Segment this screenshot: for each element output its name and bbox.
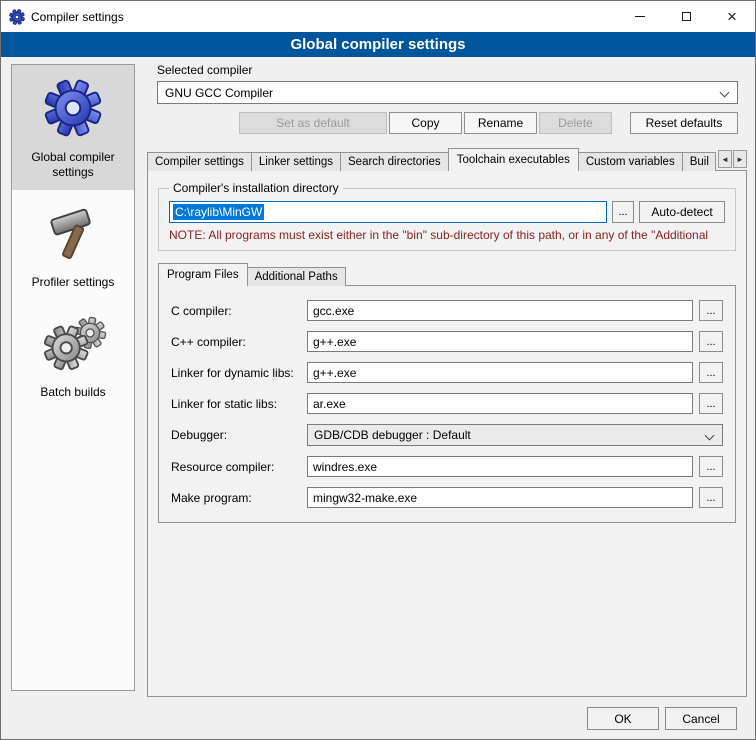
minimize-icon [635, 16, 645, 17]
installation-directory-input[interactable]: C:\raylib\MinGW [169, 201, 607, 223]
tab-custom-variables[interactable]: Custom variables [578, 152, 683, 171]
dialog-footer: OK Cancel [587, 707, 737, 730]
tab-scroll-buttons: ◄ ► [718, 150, 747, 168]
c-compiler-browse-button[interactable]: ... [699, 300, 723, 321]
c-compiler-label: C compiler: [171, 304, 301, 318]
window-controls: × [617, 1, 755, 32]
sidebar-item-global-compiler-settings[interactable]: Global compiler settings [12, 65, 134, 190]
tab-additional-paths[interactable]: Additional Paths [247, 267, 346, 286]
installation-directory-legend: Compiler's installation directory [169, 181, 343, 195]
debugger-value: GDB/CDB debugger : Default [314, 428, 471, 442]
close-button[interactable]: × [709, 1, 755, 32]
selected-compiler-value: GNU GCC Compiler [165, 86, 273, 100]
linker-static-input[interactable]: ar.exe [307, 393, 693, 414]
tab-compiler-settings[interactable]: Compiler settings [147, 152, 252, 171]
installation-directory-groupbox: Compiler's installation directory C:\ray… [158, 181, 736, 251]
main-panel: Selected compiler GNU GCC Compiler Set a… [147, 63, 747, 697]
linker-dynamic-input[interactable]: g++.exe [307, 362, 693, 383]
c-compiler-input[interactable]: gcc.exe [307, 300, 693, 321]
cpp-compiler-value: g++.exe [313, 335, 356, 349]
cpp-compiler-browse-button[interactable]: ... [699, 331, 723, 352]
ok-button[interactable]: OK [587, 707, 659, 730]
close-icon: × [727, 8, 737, 25]
sidebar-item-label: Batch builds [16, 385, 130, 400]
maximize-icon [682, 12, 691, 21]
selected-compiler-combobox[interactable]: GNU GCC Compiler [157, 81, 738, 104]
linker-dynamic-label: Linker for dynamic libs: [171, 366, 301, 380]
note-text: NOTE: All programs must exist either in … [169, 228, 725, 242]
settings-category-list: Global compiler settings Profiler settin… [11, 64, 135, 691]
c-compiler-value: gcc.exe [313, 304, 354, 318]
window-title: Compiler settings [31, 10, 124, 24]
linker-static-value: ar.exe [313, 397, 346, 411]
tab-toolchain-executables[interactable]: Toolchain executables [448, 148, 579, 171]
tab-build-options[interactable]: Buil [682, 152, 716, 171]
gear-blue-icon [38, 77, 108, 139]
maximize-button[interactable] [663, 1, 709, 32]
program-files-notebook: Program Files Additional Paths C compile… [158, 263, 736, 523]
auto-detect-button[interactable]: Auto-detect [639, 201, 725, 223]
linker-dynamic-browse-button[interactable]: ... [699, 362, 723, 383]
reset-defaults-button[interactable]: Reset defaults [630, 112, 738, 134]
toolchain-fields: C compiler: gcc.exe ... C++ compiler: g+… [171, 300, 723, 508]
copy-button[interactable]: Copy [389, 112, 462, 134]
resource-compiler-value: windres.exe [313, 460, 377, 474]
debugger-label: Debugger: [171, 428, 301, 442]
sidebar-item-profiler-settings[interactable]: Profiler settings [12, 190, 134, 300]
tab-scroll-left-icon[interactable]: ◄ [718, 150, 732, 168]
delete-button: Delete [539, 112, 612, 134]
compiler-settings-window: Compiler settings × Global compiler sett… [0, 0, 756, 740]
debugger-select[interactable]: GDB/CDB debugger : Default [307, 424, 723, 446]
hammer-icon [38, 202, 108, 264]
set-as-default-button: Set as default [239, 112, 387, 134]
app-icon [9, 9, 25, 25]
sidebar-item-label: Global compiler settings [16, 150, 130, 180]
installation-directory-browse-button[interactable]: ... [612, 201, 634, 223]
toolchain-executables-panel: Compiler's installation directory C:\ray… [147, 170, 747, 697]
sidebar-item-batch-builds[interactable]: Batch builds [12, 300, 134, 410]
resource-compiler-label: Resource compiler: [171, 460, 301, 474]
make-program-input[interactable]: mingw32-make.exe [307, 487, 693, 508]
chevron-down-icon [720, 88, 730, 98]
resource-compiler-browse-button[interactable]: ... [699, 456, 723, 477]
settings-tab-strip: Compiler settings Linker settings Search… [147, 148, 747, 170]
chevron-down-icon [705, 431, 715, 441]
rename-button[interactable]: Rename [464, 112, 537, 134]
minimize-button[interactable] [617, 1, 663, 32]
make-program-value: mingw32-make.exe [313, 491, 417, 505]
tab-program-files[interactable]: Program Files [158, 263, 248, 286]
linker-static-label: Linker for static libs: [171, 397, 301, 411]
resource-compiler-input[interactable]: windres.exe [307, 456, 693, 477]
tab-linker-settings[interactable]: Linker settings [251, 152, 341, 171]
cancel-button[interactable]: Cancel [665, 707, 737, 730]
compiler-action-buttons: Set as default Copy Rename Delete Reset … [157, 112, 738, 134]
cpp-compiler-label: C++ compiler: [171, 335, 301, 349]
make-program-label: Make program: [171, 491, 301, 505]
program-files-tab-strip: Program Files Additional Paths [158, 263, 736, 285]
installation-directory-value: C:\raylib\MinGW [173, 204, 264, 220]
program-files-panel: C compiler: gcc.exe ... C++ compiler: g+… [158, 285, 736, 523]
linker-dynamic-value: g++.exe [313, 366, 356, 380]
tab-scroll-right-icon[interactable]: ► [733, 150, 747, 168]
title-bar[interactable]: Compiler settings × [1, 1, 755, 32]
gear-gray-icon [38, 312, 108, 374]
cpp-compiler-input[interactable]: g++.exe [307, 331, 693, 352]
dialog-banner: Global compiler settings [1, 32, 755, 57]
tab-search-directories[interactable]: Search directories [340, 152, 449, 171]
selected-compiler-label: Selected compiler [157, 63, 738, 77]
linker-static-browse-button[interactable]: ... [699, 393, 723, 414]
sidebar-item-label: Profiler settings [16, 275, 130, 290]
make-program-browse-button[interactable]: ... [699, 487, 723, 508]
